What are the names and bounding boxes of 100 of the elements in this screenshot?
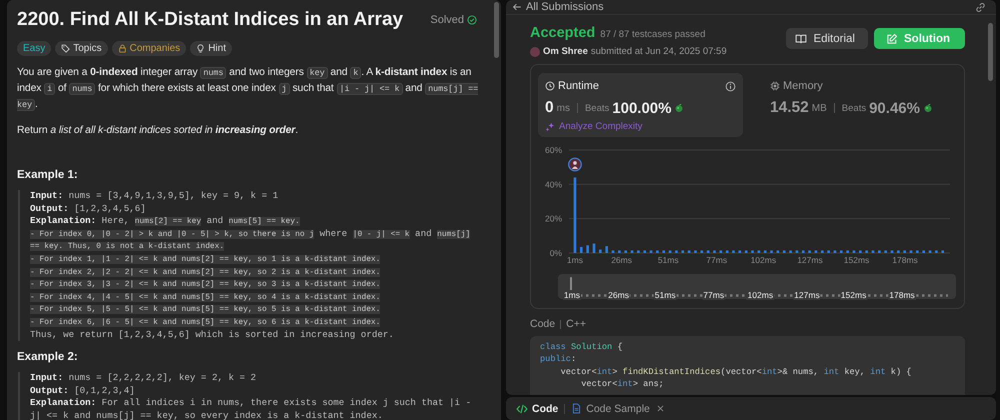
close-icon[interactable] <box>656 404 665 413</box>
runtime-bar[interactable] <box>922 250 925 253</box>
runtime-bar[interactable] <box>706 250 710 253</box>
runtime-bar[interactable] <box>662 250 666 253</box>
runtime-bar[interactable] <box>827 250 830 253</box>
info-icon[interactable] <box>725 80 736 92</box>
link-icon[interactable] <box>975 2 986 12</box>
panel-tab[interactable]: Code Sample <box>571 402 650 414</box>
range-label: 178ms <box>888 290 916 300</box>
runtime-bar[interactable] <box>694 250 697 253</box>
runtime-bar[interactable] <box>726 250 728 253</box>
x-axis-label: 51ms <box>658 255 679 265</box>
example-line: Input: nums = [3,4,9,1,3,9,5], key = 9, k = 1 <box>30 190 280 203</box>
runtime-bar[interactable] <box>637 250 640 253</box>
runtime-bar[interactable] <box>624 250 627 253</box>
beats-value: 90.46% <box>869 100 920 116</box>
runtime-bar[interactable] <box>668 250 672 253</box>
example-line: Explanation: For all indices i in nums, there exists some index j such that |i - <box>30 397 472 410</box>
range-slider[interactable]: 1ms 26ms 51ms 77ms 102ms 127ms 152ms 178ms <box>558 274 956 299</box>
runtime-bar[interactable] <box>650 250 652 253</box>
runtime-bar[interactable] <box>720 250 722 253</box>
runtime-bar[interactable] <box>890 250 894 253</box>
runtime-bar[interactable] <box>834 250 836 253</box>
difficulty-tag[interactable]: Easy <box>17 41 52 56</box>
runtime-bar[interactable] <box>574 177 576 253</box>
x-axis-label: 152ms <box>844 255 870 265</box>
runtime-bar[interactable] <box>897 250 900 253</box>
badge-icon <box>922 103 933 113</box>
runtime-bar[interactable] <box>630 250 634 253</box>
runtime-bar[interactable] <box>738 250 742 253</box>
runtime-bar[interactable] <box>852 250 856 253</box>
runtime-bar[interactable] <box>605 246 608 253</box>
runtime-bar[interactable] <box>859 250 862 253</box>
range-label: 51ms <box>654 290 677 300</box>
runtime-bar[interactable] <box>789 250 792 253</box>
runtime-bar[interactable] <box>732 250 735 253</box>
runtime-bar[interactable] <box>764 250 766 253</box>
runtime-bar[interactable] <box>935 250 938 253</box>
range-label: 127ms <box>793 290 821 300</box>
hint-tag[interactable]: Hint <box>190 41 232 56</box>
runtime-bar[interactable] <box>820 250 824 253</box>
scrollbar-thumb[interactable] <box>494 2 499 58</box>
runtime-bar[interactable] <box>744 250 748 253</box>
range-label: 1ms <box>562 290 581 300</box>
back-link[interactable]: All Submissions <box>512 1 604 13</box>
runtime-bar[interactable] <box>878 250 881 253</box>
edit-icon <box>886 32 898 44</box>
scrollbar-thumb[interactable] <box>988 23 993 81</box>
runtime-bar[interactable] <box>802 250 805 253</box>
runtime-bar[interactable] <box>846 250 849 253</box>
example-line: Thus, we return [1,2,3,4,5,6] which is sorted in increasing order. <box>30 328 395 342</box>
runtime-bar[interactable] <box>928 250 932 253</box>
user-avatar <box>568 158 582 172</box>
runtime-bar[interactable] <box>688 250 690 253</box>
runtime-bar[interactable] <box>910 250 912 253</box>
runtime-bar[interactable] <box>758 250 760 253</box>
runtime-bar[interactable] <box>681 250 684 253</box>
runtime-bar[interactable] <box>618 250 621 253</box>
runtime-bar[interactable] <box>796 250 798 253</box>
metric-value: 0 <box>545 99 554 117</box>
beats-label: Beats <box>842 102 866 114</box>
companies-tag[interactable]: Companies <box>112 41 186 56</box>
runtime-bar[interactable] <box>713 250 716 253</box>
runtime-bar[interactable] <box>884 250 887 253</box>
editorial-button[interactable]: Editorial <box>786 28 868 49</box>
runtime-bar[interactable] <box>903 250 906 253</box>
runtime-bar[interactable] <box>592 244 596 253</box>
runtime-bar[interactable] <box>700 250 704 253</box>
sparkle-icon <box>545 122 555 132</box>
lock-icon <box>118 44 127 53</box>
y-axis-label: 20% <box>544 214 562 224</box>
runtime-bar[interactable] <box>941 250 944 253</box>
runtime-bar[interactable] <box>612 250 614 253</box>
runtime-bar[interactable] <box>751 250 754 253</box>
topics-tag[interactable]: Topics <box>55 41 108 56</box>
metric-tab[interactable]: Runtime 0 ms Beats 100.00% Analyze Complexity <box>538 73 743 137</box>
panel-tab[interactable]: Code <box>516 402 558 414</box>
runtime-bar[interactable] <box>580 247 583 253</box>
runtime-bar[interactable] <box>865 250 868 253</box>
runtime-bar[interactable] <box>782 250 786 253</box>
runtime-bar[interactable] <box>840 250 843 253</box>
runtime-bar[interactable] <box>675 250 678 253</box>
runtime-bar[interactable] <box>814 250 818 253</box>
problem-description: Return a list of all k-distant indices sorted in increasing order. <box>17 124 300 138</box>
code-icon <box>516 402 528 414</box>
metric-tab[interactable]: Memory 14.52 MB Beats 90.46% <box>763 73 953 137</box>
runtime-bar[interactable] <box>586 245 589 253</box>
code-line: vector<int> findKDistantIndices(vector<int>& nums, int key, int k) { <box>560 366 912 378</box>
runtime-bar[interactable] <box>872 250 874 253</box>
x-axis-label: 77ms <box>706 255 728 265</box>
runtime-bar[interactable] <box>916 250 919 253</box>
runtime-bar[interactable] <box>656 250 659 253</box>
runtime-bar[interactable] <box>643 250 646 253</box>
tag-icon <box>61 44 70 53</box>
runtime-bar[interactable] <box>599 250 602 253</box>
beats-value: 100.00% <box>612 100 672 116</box>
runtime-bar[interactable] <box>770 250 773 253</box>
runtime-bar[interactable] <box>808 250 811 253</box>
user-name[interactable]: Om Shree <box>543 46 588 57</box>
runtime-bar[interactable] <box>776 250 780 253</box>
